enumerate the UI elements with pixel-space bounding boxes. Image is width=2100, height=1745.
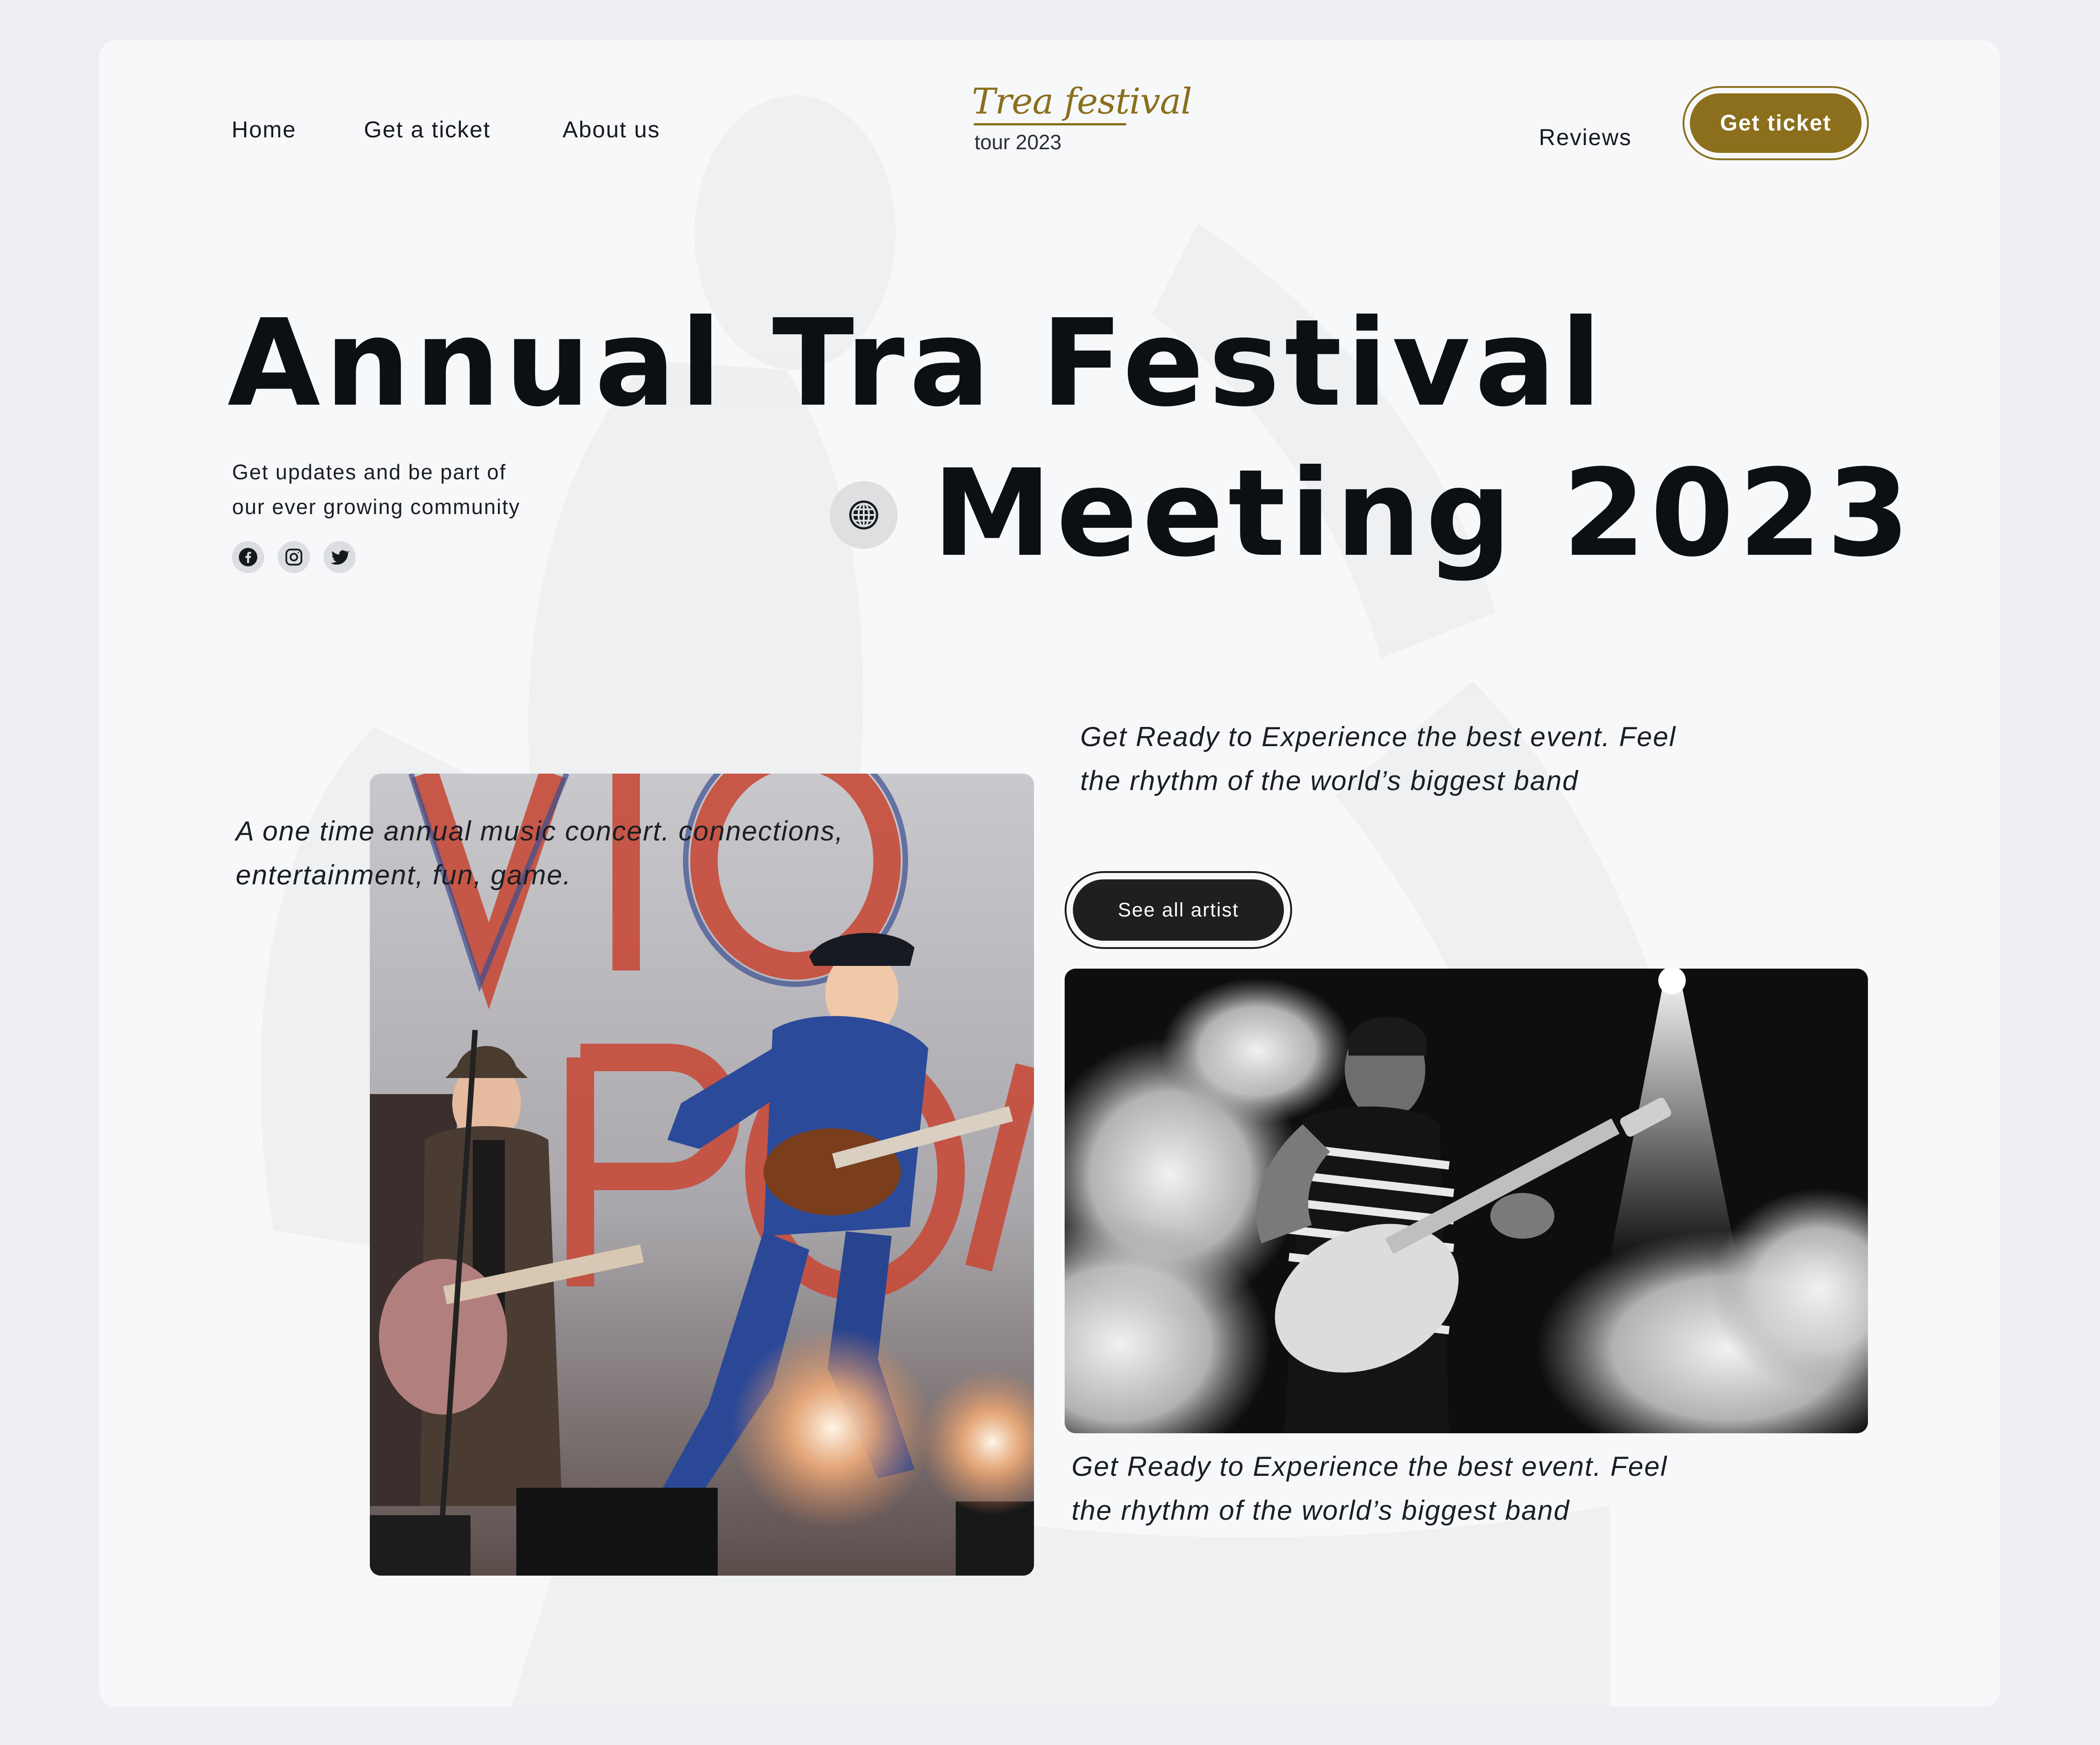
bottom-right-description-line-1: Get Ready to Experience the best event. … <box>1072 1451 1668 1482</box>
logo-subtitle: tour 2023 <box>974 130 1062 154</box>
instagram-icon[interactable] <box>278 541 310 573</box>
nav-reviews-link[interactable]: Reviews <box>1539 124 1632 151</box>
twitter-icon[interactable] <box>324 541 356 573</box>
get-ticket-button-label: Get ticket <box>1690 93 1862 153</box>
globe-icon[interactable] <box>830 481 898 549</box>
festival-logo[interactable]: Trea festival tour 2023 <box>972 84 1192 166</box>
left-description: A one time annual music concert. connect… <box>236 809 844 897</box>
left-description-line-2: entertainment, fun, game. <box>236 860 572 890</box>
see-all-artist-button-label: See all artist <box>1073 879 1284 941</box>
hero-tagline-line-1: Get updates and be part of <box>232 460 507 484</box>
nav-about-us-link[interactable]: About us <box>563 116 660 143</box>
get-ticket-button[interactable]: Get ticket <box>1683 86 1869 160</box>
logo-underline <box>974 123 1126 125</box>
left-description-line-1: A one time annual music concert. connect… <box>236 816 844 846</box>
bottom-right-description-line-2: the rhythm of the world’s biggest band <box>1072 1495 1570 1526</box>
logo-script-text: Trea festival <box>972 81 1192 122</box>
see-all-artist-button[interactable]: See all artist <box>1065 871 1292 949</box>
landing-card: Home Get a ticket About us Trea festival… <box>99 40 2000 1707</box>
hero-title-line-2: Meeting 2023 <box>932 444 1915 583</box>
hero-tagline-line-2: our ever growing community <box>232 495 520 519</box>
top-right-description-line-2: the rhythm of the world’s biggest band <box>1080 765 1579 796</box>
hero-tagline: Get updates and be part of our ever grow… <box>232 455 520 524</box>
nav-get-a-ticket-link[interactable]: Get a ticket <box>364 116 491 143</box>
nav-home-link[interactable]: Home <box>232 116 296 143</box>
facebook-icon[interactable] <box>232 541 264 573</box>
guitarist-photo <box>1065 969 1868 1433</box>
bottom-right-description: Get Ready to Experience the best event. … <box>1072 1445 1667 1533</box>
top-right-description-line-1: Get Ready to Experience the best event. … <box>1080 721 1677 752</box>
top-right-description: Get Ready to Experience the best event. … <box>1080 715 1676 803</box>
hero-title-line-1: Annual Tra Festival <box>227 293 1606 433</box>
